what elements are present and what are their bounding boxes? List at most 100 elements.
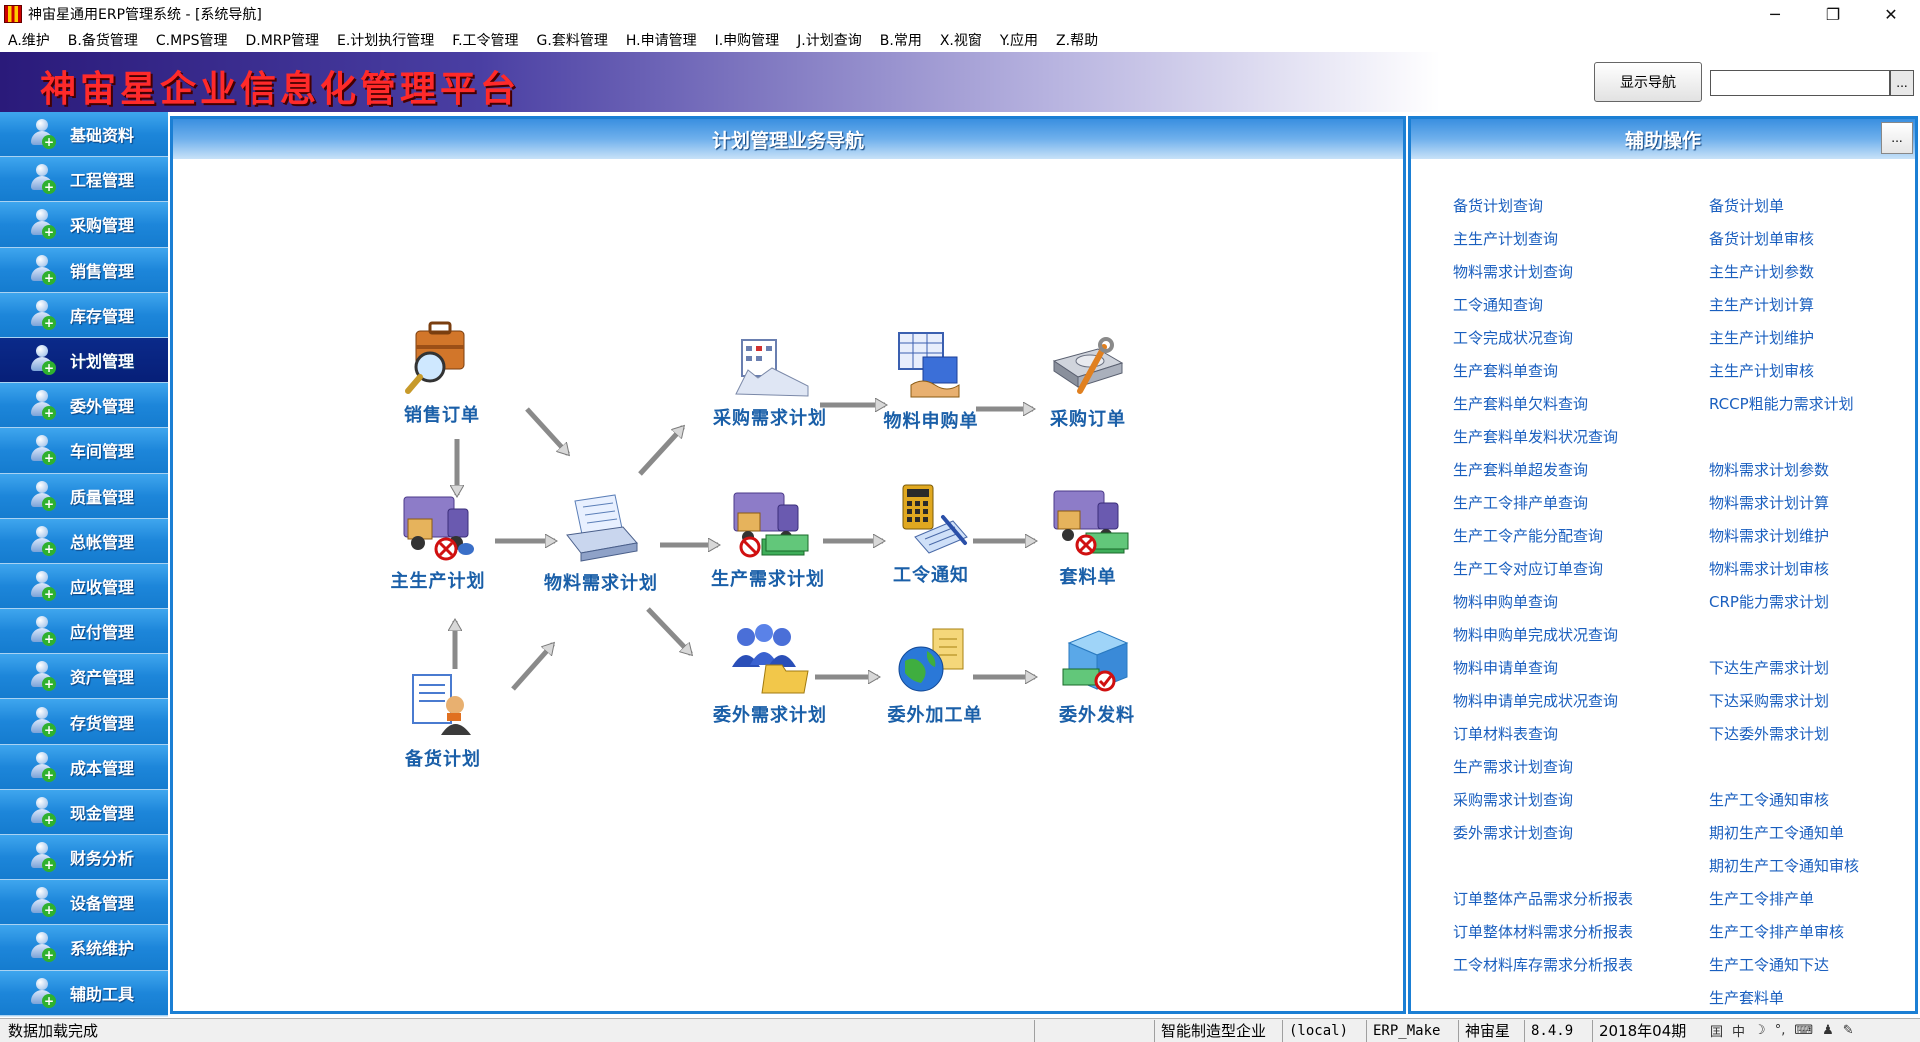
node-work-order-notice[interactable]: 工令通知 — [861, 481, 1001, 587]
node-sales-order[interactable]: 销售订单 — [372, 319, 512, 427]
node-stock-plan[interactable]: 备货计划 — [373, 669, 513, 771]
aux-link-left-14[interactable]: 物料申请单查询 — [1453, 657, 1558, 678]
menu-common[interactable]: B.常用 — [880, 30, 922, 50]
aux-link-right-17[interactable]: 期初生产工令通知审核 — [1709, 855, 1859, 876]
sidebar-item-7[interactable]: + 车间管理 — [0, 428, 168, 474]
aux-link-right-10[interactable]: 物料需求计划审核 — [1709, 558, 1829, 579]
sidebar-item-14[interactable]: + 成本管理 — [0, 744, 168, 790]
aux-link-left-7[interactable]: 生产套料单发料状况查询 — [1453, 426, 1618, 447]
aux-link-right-20[interactable]: 生产工令通知下达 — [1709, 954, 1829, 975]
aux-link-right-8[interactable]: 物料需求计划计算 — [1709, 492, 1829, 513]
aux-link-left-9[interactable]: 生产工令排产单查询 — [1453, 492, 1588, 513]
aux-link-left-13[interactable]: 物料申购单完成状况查询 — [1453, 624, 1618, 645]
sidebar-item-16[interactable]: + 财务分析 — [0, 835, 168, 881]
punctuation-icon[interactable]: °, — [1775, 1023, 1786, 1038]
sidebar-item-15[interactable]: + 现金管理 — [0, 789, 168, 835]
menu-apps[interactable]: Y.应用 — [1000, 30, 1038, 50]
aux-link-right-5[interactable]: 主生产计划审核 — [1709, 360, 1814, 381]
node-outsource-material-issue[interactable]: 委外发料 — [1027, 619, 1167, 727]
aux-link-right-11[interactable]: CRP能力需求计划 — [1709, 591, 1829, 612]
menu-requisition[interactable]: I.申购管理 — [715, 30, 780, 50]
node-outsource-processing-order[interactable]: 委外加工单 — [865, 625, 1005, 727]
menu-work-order[interactable]: F.工令管理 — [452, 30, 518, 50]
node-material-requirement-plan[interactable]: 物料需求计划 — [531, 489, 671, 595]
moon-icon[interactable]: ☽ — [1754, 1023, 1766, 1038]
aux-link-right-12[interactable]: 下达生产需求计划 — [1709, 657, 1829, 678]
sidebar-item-1[interactable]: + 工程管理 — [0, 157, 168, 203]
aux-link-right-3[interactable]: 主生产计划计算 — [1709, 294, 1814, 315]
show-navigation-button[interactable]: 显示导航 — [1594, 62, 1702, 102]
menu-kitting[interactable]: G.套料管理 — [537, 30, 608, 50]
aux-link-left-19[interactable]: 委外需求计划查询 — [1453, 822, 1573, 843]
sidebar-item-11[interactable]: + 应付管理 — [0, 609, 168, 655]
aux-link-left-12[interactable]: 物料申购单查询 — [1453, 591, 1558, 612]
sidebar-item-8[interactable]: + 质量管理 — [0, 473, 168, 519]
aux-link-right-0[interactable]: 备货计划单 — [1709, 195, 1784, 216]
keyboard-icon[interactable]: ⌨ — [1794, 1023, 1813, 1038]
menu-request[interactable]: H.申请管理 — [626, 30, 697, 50]
node-master-production-schedule[interactable]: 主生产计划 — [368, 491, 508, 593]
aux-link-left-22[interactable]: 工令材料库存需求分析报表 — [1453, 954, 1633, 975]
aux-link-left-0[interactable]: 备货计划查询 — [1453, 195, 1543, 216]
aux-link-left-8[interactable]: 生产套料单超发查询 — [1453, 459, 1588, 480]
close-button[interactable]: ✕ — [1862, 0, 1920, 28]
aux-link-left-6[interactable]: 生产套料单欠料查询 — [1453, 393, 1588, 414]
ime-icon[interactable]: 囯 — [1710, 1021, 1723, 1040]
aux-link-right-16[interactable]: 期初生产工令通知单 — [1709, 822, 1844, 843]
node-purchase-order[interactable]: 采购订单 — [1018, 331, 1158, 431]
aux-link-right-18[interactable]: 生产工令排产单 — [1709, 888, 1814, 909]
aux-link-left-20[interactable]: 订单整体产品需求分析报表 — [1453, 888, 1633, 909]
aux-link-left-10[interactable]: 生产工令产能分配查询 — [1453, 525, 1603, 546]
aux-link-left-4[interactable]: 工令完成状况查询 — [1453, 327, 1573, 348]
menu-plan-execution[interactable]: E.计划执行管理 — [337, 30, 434, 50]
user-icon[interactable]: ♟ — [1822, 1023, 1834, 1038]
quick-search-input[interactable] — [1710, 70, 1890, 96]
quick-search-more-button[interactable]: ... — [1890, 70, 1914, 96]
aux-link-left-5[interactable]: 生产套料单查询 — [1453, 360, 1558, 381]
menu-maintain[interactable]: A.维护 — [8, 30, 50, 50]
aux-link-right-2[interactable]: 主生产计划参数 — [1709, 261, 1814, 282]
aux-link-right-7[interactable]: 物料需求计划参数 — [1709, 459, 1829, 480]
aux-link-left-1[interactable]: 主生产计划查询 — [1453, 228, 1558, 249]
node-purchase-requirement-plan[interactable]: 采购需求计划 — [700, 334, 840, 430]
sidebar-item-19[interactable]: + 辅助工具 — [0, 970, 168, 1016]
node-production-requirement-plan[interactable]: 生产需求计划 — [698, 487, 838, 591]
aux-link-left-18[interactable]: 采购需求计划查询 — [1453, 789, 1573, 810]
sidebar-item-18[interactable]: + 系统维护 — [0, 925, 168, 971]
menu-stock-plan[interactable]: B.备货管理 — [68, 30, 138, 50]
aux-link-right-1[interactable]: 备货计划单审核 — [1709, 228, 1814, 249]
menu-mps[interactable]: C.MPS管理 — [156, 30, 228, 50]
aux-link-right-21[interactable]: 生产套料单 — [1709, 987, 1784, 1008]
sidebar-item-6[interactable]: + 委外管理 — [0, 383, 168, 429]
minimize-button[interactable]: ─ — [1746, 0, 1804, 28]
sidebar-item-13[interactable]: + 存货管理 — [0, 699, 168, 745]
auxiliary-more-button[interactable]: ... — [1881, 122, 1913, 154]
aux-link-left-2[interactable]: 物料需求计划查询 — [1453, 261, 1573, 282]
sidebar-item-3[interactable]: + 销售管理 — [0, 247, 168, 293]
aux-link-left-15[interactable]: 物料申请单完成状况查询 — [1453, 690, 1618, 711]
menu-window[interactable]: X.视窗 — [940, 30, 982, 50]
sidebar-item-5[interactable]: + 计划管理 — [0, 337, 168, 384]
aux-link-right-19[interactable]: 生产工令排产单审核 — [1709, 921, 1844, 942]
sidebar-item-0[interactable]: + 基础资料 — [0, 112, 168, 158]
aux-link-left-17[interactable]: 生产需求计划查询 — [1453, 756, 1573, 777]
sidebar-item-2[interactable]: + 采购管理 — [0, 202, 168, 248]
aux-link-left-3[interactable]: 工令通知查询 — [1453, 294, 1543, 315]
menu-help[interactable]: Z.帮助 — [1056, 30, 1098, 50]
menu-plan-query[interactable]: J.计划查询 — [797, 30, 862, 50]
sidebar-item-10[interactable]: + 应收管理 — [0, 563, 168, 610]
tools-icon[interactable]: ✎ — [1843, 1023, 1854, 1038]
language-icon[interactable]: 中 — [1732, 1021, 1745, 1040]
sidebar-item-17[interactable]: + 设备管理 — [0, 880, 168, 926]
menu-mrp[interactable]: D.MRP管理 — [245, 30, 318, 50]
aux-link-right-4[interactable]: 主生产计划维护 — [1709, 327, 1814, 348]
aux-link-left-11[interactable]: 生产工令对应订单查询 — [1453, 558, 1603, 579]
node-kitting-order[interactable]: 套料单 — [1018, 485, 1158, 589]
restore-button[interactable]: ❐ — [1804, 0, 1862, 28]
aux-link-left-16[interactable]: 订单材料表查询 — [1453, 723, 1558, 744]
aux-link-right-6[interactable]: RCCP粗能力需求计划 — [1709, 393, 1854, 414]
aux-link-right-14[interactable]: 下达委外需求计划 — [1709, 723, 1829, 744]
sidebar-item-12[interactable]: + 资产管理 — [0, 654, 168, 700]
sidebar-item-9[interactable]: + 总帐管理 — [0, 518, 168, 564]
sidebar-item-4[interactable]: + 库存管理 — [0, 292, 168, 338]
